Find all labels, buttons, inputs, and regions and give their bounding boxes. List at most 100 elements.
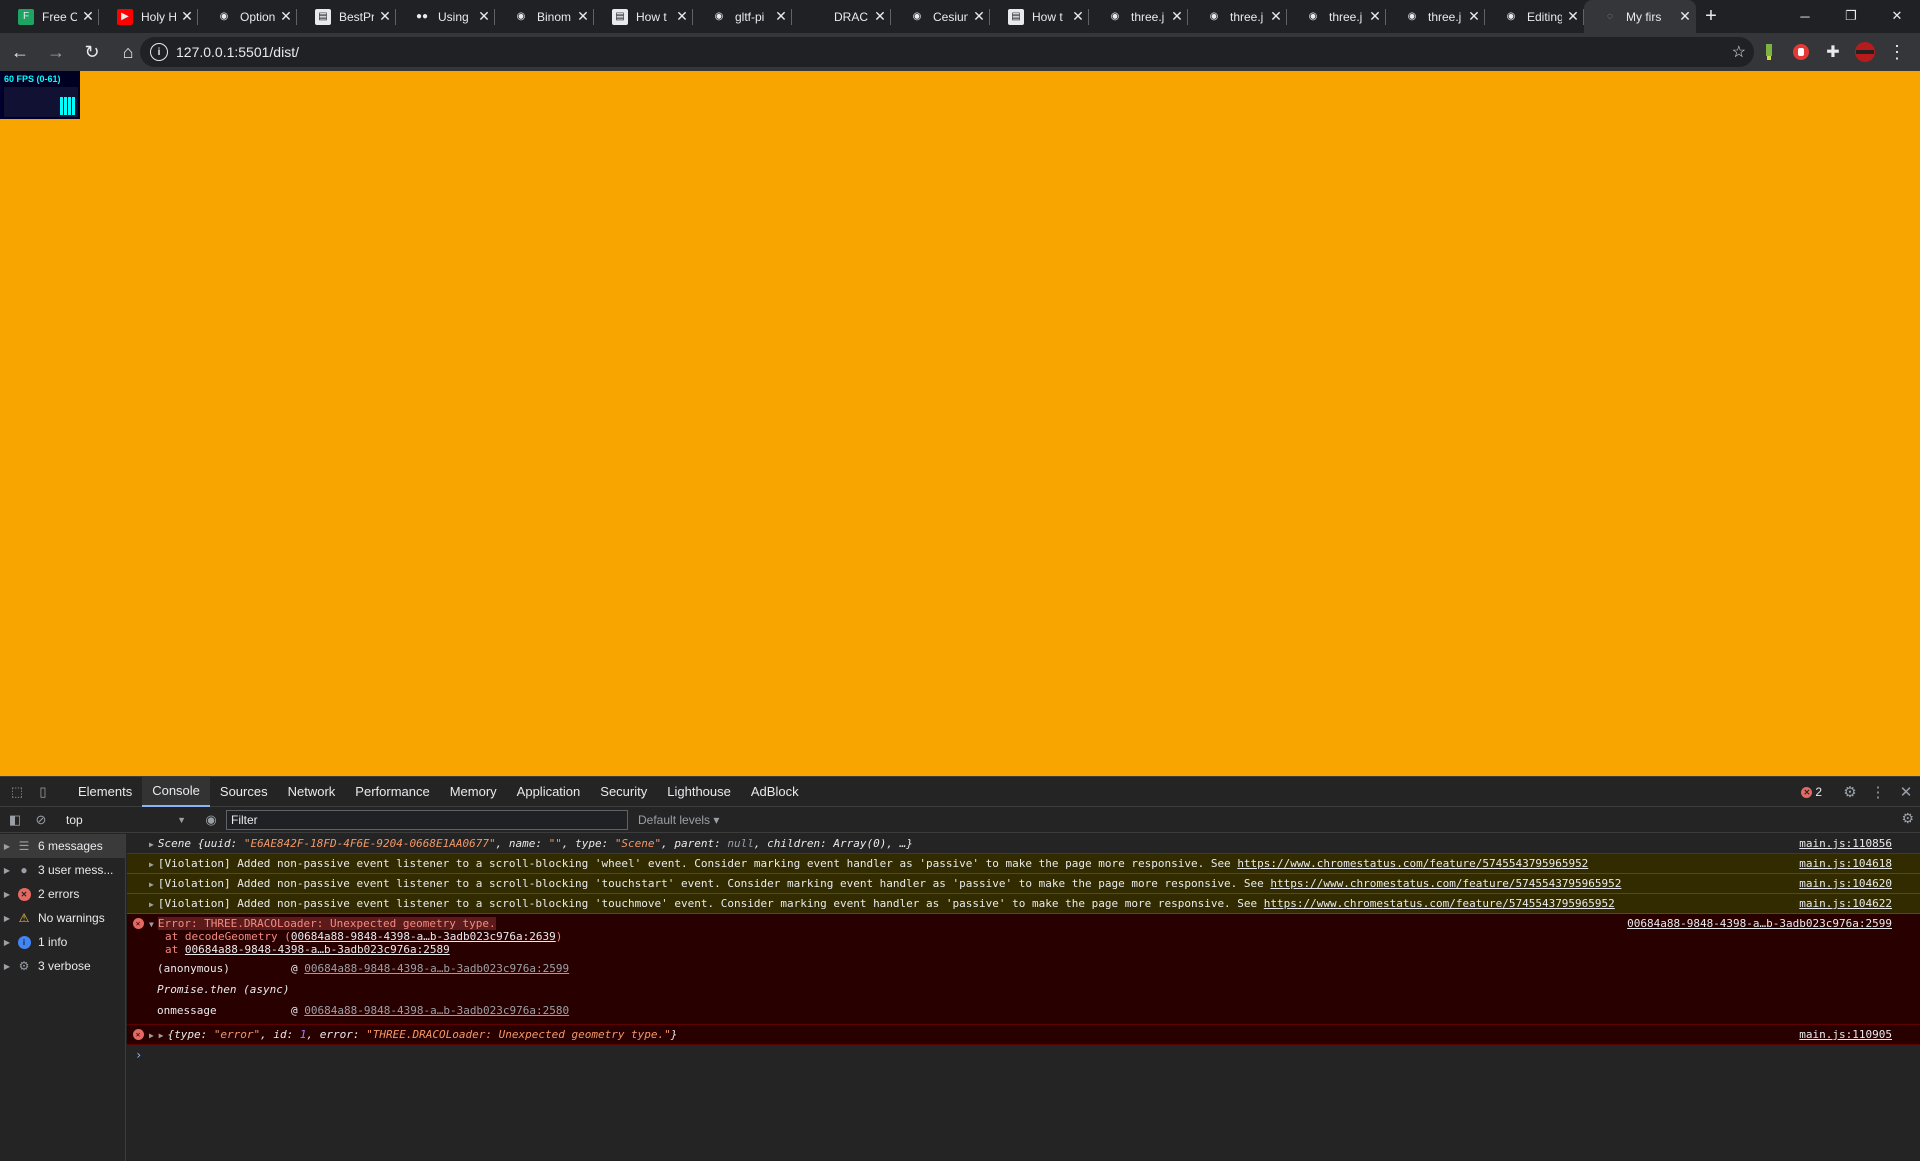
back-button[interactable]: ←: [4, 36, 36, 68]
chromestatus-link[interactable]: https://www.chromestatus.com/feature/574…: [1270, 877, 1621, 890]
console-error-row[interactable]: ✕ ▼ Error: THREE.DRACOLoader: Unexpected …: [127, 914, 1920, 1025]
tab-10[interactable]: ▤ How t ✕: [990, 0, 1089, 33]
expand-arrow-icon[interactable]: ▶: [0, 890, 14, 899]
tab-close-icon[interactable]: ✕: [671, 8, 693, 25]
page-viewport[interactable]: 60 FPS (0-61): [0, 71, 1920, 776]
settings-gear-icon[interactable]: ⚙: [1836, 777, 1864, 807]
expand-triangle-icon[interactable]: ▶: [149, 840, 154, 849]
async-frame-link[interactable]: 00684a88-9848-4398-a…b-3adb023c976a:2580: [304, 1004, 569, 1017]
sidebar-item-1[interactable]: ▶ ● 3 user mess...: [0, 858, 125, 882]
sidebar-item-2[interactable]: ▶ ✕ 2 errors: [0, 882, 125, 906]
console-log-row[interactable]: ▶ Scene {uuid: "E6AE842F-18FD-4F6E-9204-0…: [127, 834, 1920, 854]
sidebar-item-3[interactable]: ▶ ⚠ No warnings: [0, 906, 125, 930]
url-text[interactable]: 127.0.0.1:5501/dist/: [176, 44, 299, 60]
tab-close-icon[interactable]: ✕: [1166, 8, 1188, 25]
forward-button[interactable]: →: [40, 36, 72, 68]
tab-close-icon[interactable]: ✕: [869, 8, 891, 25]
minimize-button[interactable]: ─: [1782, 0, 1828, 32]
tab-7[interactable]: ◉ gltf-pi ✕: [693, 0, 792, 33]
fps-stats-panel[interactable]: 60 FPS (0-61): [0, 71, 80, 119]
tab-close-icon[interactable]: ✕: [473, 8, 495, 25]
tab-active[interactable]: ◌ My firs ✕: [1584, 0, 1696, 33]
expand-triangle-icon[interactable]: ▶ ▶: [149, 1031, 163, 1040]
close-devtools-icon[interactable]: ✕: [1892, 777, 1920, 807]
source-link[interactable]: main.js:104620: [1799, 877, 1892, 890]
expand-triangle-icon[interactable]: ▶: [149, 900, 154, 909]
tab-4[interactable]: ●● Using ✕: [396, 0, 495, 33]
stack-frame-link[interactable]: 00684a88-9848-4398-a…b-3adb023c976a:2639: [291, 930, 556, 943]
expand-arrow-icon[interactable]: ▶: [0, 914, 14, 923]
tab-6[interactable]: ▤ How t ✕: [594, 0, 693, 33]
source-link[interactable]: main.js:104622: [1799, 897, 1892, 910]
tab-12[interactable]: ◉ three.j ✕: [1188, 0, 1287, 33]
tab-8[interactable]: DRAC ✕: [792, 0, 891, 33]
filter-input[interactable]: [226, 809, 628, 830]
tab-close-icon[interactable]: ✕: [77, 8, 99, 25]
tab-close-icon[interactable]: ✕: [374, 8, 396, 25]
tab-close-icon[interactable]: ✕: [1265, 8, 1287, 25]
live-expression-eye-icon[interactable]: ◉: [200, 812, 222, 828]
sidebar-item-5[interactable]: ▶ ⚙ 3 verbose: [0, 954, 125, 978]
source-link[interactable]: 00684a88-9848-4398-a…b-3adb023c976a:2599: [1627, 917, 1892, 930]
expand-arrow-icon[interactable]: ▶: [0, 962, 14, 971]
devtools-tab-security[interactable]: Security: [590, 777, 657, 807]
browser-menu-icon[interactable]: ⋮: [1884, 39, 1910, 65]
expand-arrow-icon[interactable]: ▶: [0, 866, 14, 875]
expand-arrow-icon[interactable]: ▶: [0, 842, 14, 851]
reload-button[interactable]: ↻: [76, 36, 108, 68]
source-link[interactable]: main.js:104618: [1799, 857, 1892, 870]
adblock-icon[interactable]: [1788, 39, 1814, 65]
tab-1[interactable]: ▶ Holy H ✕: [99, 0, 198, 33]
source-link[interactable]: main.js:110905: [1799, 1028, 1892, 1041]
stack-frame-link[interactable]: 00684a88-9848-4398-a…b-3adb023c976a:2589: [185, 943, 450, 956]
console-error-row[interactable]: ✕ ▶ ▶ {type: "error", id: 1, error: "THRE…: [127, 1025, 1920, 1045]
site-info-icon[interactable]: i: [150, 43, 168, 61]
inspect-element-icon[interactable]: ⬚: [4, 777, 30, 807]
log-levels-dropdown[interactable]: Default levels ▾: [638, 813, 719, 827]
console-violation-row[interactable]: ▶ [Violation] Added non-passive event lis…: [127, 854, 1920, 874]
tab-13[interactable]: ◉ three.j ✕: [1287, 0, 1386, 33]
tab-close-icon[interactable]: ✕: [572, 8, 594, 25]
sidebar-item-4[interactable]: ▶ i 1 info: [0, 930, 125, 954]
tab-11[interactable]: ◉ three.j ✕: [1089, 0, 1188, 33]
sidebar-item-0[interactable]: ▶ ☰ 6 messages: [0, 834, 125, 858]
devtools-tab-adblock[interactable]: AdBlock: [741, 777, 809, 807]
tab-2[interactable]: ◉ Option ✕: [198, 0, 297, 33]
source-link[interactable]: main.js:110856: [1799, 837, 1892, 850]
console-violation-row[interactable]: ▶ [Violation] Added non-passive event lis…: [127, 874, 1920, 894]
error-count-badge[interactable]: ✕ 2: [1801, 785, 1822, 799]
devtools-tab-network[interactable]: Network: [278, 777, 346, 807]
device-toolbar-icon[interactable]: ▯: [30, 777, 56, 807]
tab-close-icon[interactable]: ✕: [275, 8, 297, 25]
tab-0[interactable]: F Free O ✕: [0, 0, 99, 33]
console-settings-icon[interactable]: ⚙: [1901, 810, 1914, 827]
tab-9[interactable]: ◉ Cesiun ✕: [891, 0, 990, 33]
close-window-button[interactable]: ✕: [1874, 0, 1920, 32]
tab-close-icon[interactable]: ✕: [1463, 8, 1485, 25]
clear-console-icon[interactable]: ⊘: [28, 807, 54, 833]
expand-triangle-icon[interactable]: ▶: [149, 880, 154, 889]
console-prompt[interactable]: ›: [127, 1045, 1920, 1062]
expand-triangle-icon[interactable]: ▶: [149, 860, 154, 869]
address-bar[interactable]: i 127.0.0.1:5501/dist/ ☆: [140, 37, 1754, 67]
devtools-tab-lighthouse[interactable]: Lighthouse: [657, 777, 741, 807]
tab-3[interactable]: ▤ BestPr ✕: [297, 0, 396, 33]
profile-avatar[interactable]: [1852, 39, 1878, 65]
devtools-menu-icon[interactable]: ⋮: [1864, 777, 1892, 807]
context-selector[interactable]: top ▼: [58, 810, 192, 830]
collapse-triangle-icon[interactable]: ▼: [149, 920, 154, 929]
tab-close-icon[interactable]: ✕: [968, 8, 990, 25]
async-frame-link[interactable]: 00684a88-9848-4398-a…b-3adb023c976a:2599: [304, 962, 569, 975]
chromestatus-link[interactable]: https://www.chromestatus.com/feature/574…: [1237, 857, 1588, 870]
extensions-puzzle-icon[interactable]: ✚: [1820, 39, 1846, 65]
tab-close-icon[interactable]: ✕: [1067, 8, 1089, 25]
devtools-tab-sources[interactable]: Sources: [210, 777, 278, 807]
new-tab-button[interactable]: +: [1696, 0, 1726, 33]
tab-5[interactable]: ◉ Binom ✕: [495, 0, 594, 33]
expand-arrow-icon[interactable]: ▶: [0, 938, 14, 947]
restore-button[interactable]: ❐: [1828, 0, 1874, 32]
tab-close-icon[interactable]: ✕: [770, 8, 792, 25]
tab-14[interactable]: ◉ three.j ✕: [1386, 0, 1485, 33]
bookmark-star-icon[interactable]: ☆: [1732, 42, 1746, 62]
tab-close-icon[interactable]: ✕: [1562, 8, 1584, 25]
